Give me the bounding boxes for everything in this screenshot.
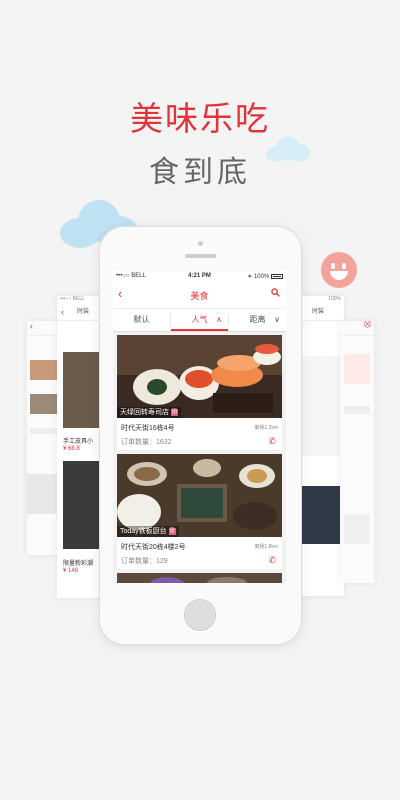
group-buy-badge: 团 (171, 408, 178, 416)
smiley-icon (321, 252, 357, 288)
headline-subtitle: 食到底 (149, 155, 251, 190)
filter-popularity-label: 人气 (191, 315, 208, 324)
restaurant-card[interactable]: Today铁板厨台团 时代天街20栋4楼2号 离我1.8km 订单数量：129 … (117, 454, 282, 569)
cloud-decoration-right (266, 136, 312, 164)
restaurant-address: 时代天街20栋4楼2号 (121, 544, 186, 551)
battery-icon (271, 273, 283, 279)
home-button[interactable] (184, 599, 216, 631)
restaurant-orders: 订单数量：129 (121, 558, 168, 565)
phone-call-icon[interactable]: ✆ (268, 555, 276, 566)
restaurant-distance: 离我1.2km (254, 425, 278, 431)
nav-bar: ‹ 美食 (113, 282, 286, 309)
phone-call-icon[interactable]: ✆ (268, 436, 276, 447)
filter-distance-label: 距离 (249, 315, 266, 324)
page-title: 美食 (190, 291, 209, 301)
app-screen: •••○○ BELL 4:21 PM ∗ 100% ‹ 美食 默认 人气 ∧ 距… (113, 271, 286, 583)
phone-camera (198, 241, 203, 246)
restaurant-orders: 订单数量：1632 (121, 439, 172, 446)
search-icon[interactable] (271, 288, 280, 297)
battery-status: ∗ 100% (247, 273, 283, 280)
restaurant-photo-teppanyaki (117, 454, 282, 537)
headline-title: 美味乐吃 (130, 99, 270, 138)
restaurant-photo-partial (117, 573, 282, 583)
filter-bar: 默认 人气 ∧ 距离 ∨ (113, 309, 286, 332)
phone-mockup: •••○○ BELL 4:21 PM ∗ 100% ‹ 美食 默认 人气 ∧ 距… (100, 227, 301, 644)
filter-default[interactable]: 默认 (113, 309, 170, 331)
filter-distance[interactable]: 距离 ∨ (229, 309, 286, 331)
chevron-up-icon: ∧ (216, 315, 222, 324)
filter-default-label: 默认 (133, 315, 150, 324)
filter-popularity[interactable]: 人气 ∧ (171, 309, 228, 331)
bluetooth-icon: ∗ (247, 274, 253, 280)
restaurant-card[interactable]: 天绿回转寿司店团 时代天街16栋4号 离我1.2km 订单数量：1632 ✆ (117, 335, 282, 450)
phone-speaker (185, 254, 216, 258)
chevron-down-icon: ∨ (274, 315, 280, 324)
restaurant-name: Today铁板厨台团 (117, 526, 179, 537)
background-screen-far-right: ⛒ (340, 321, 374, 583)
restaurant-distance: 离我1.8km (254, 544, 278, 550)
battery-percent: 100% (253, 274, 270, 280)
restaurant-photo-sushi (117, 335, 282, 418)
restaurant-card[interactable] (117, 573, 282, 583)
status-bar: •••○○ BELL 4:21 PM ∗ 100% (113, 271, 286, 282)
background-screen-far-left: ‹ (27, 321, 61, 555)
group-buy-badge: 团 (168, 527, 176, 535)
restaurant-name: 天绿回转寿司店团 (117, 407, 181, 418)
restaurant-address: 时代天街16栋4号 (121, 425, 175, 432)
